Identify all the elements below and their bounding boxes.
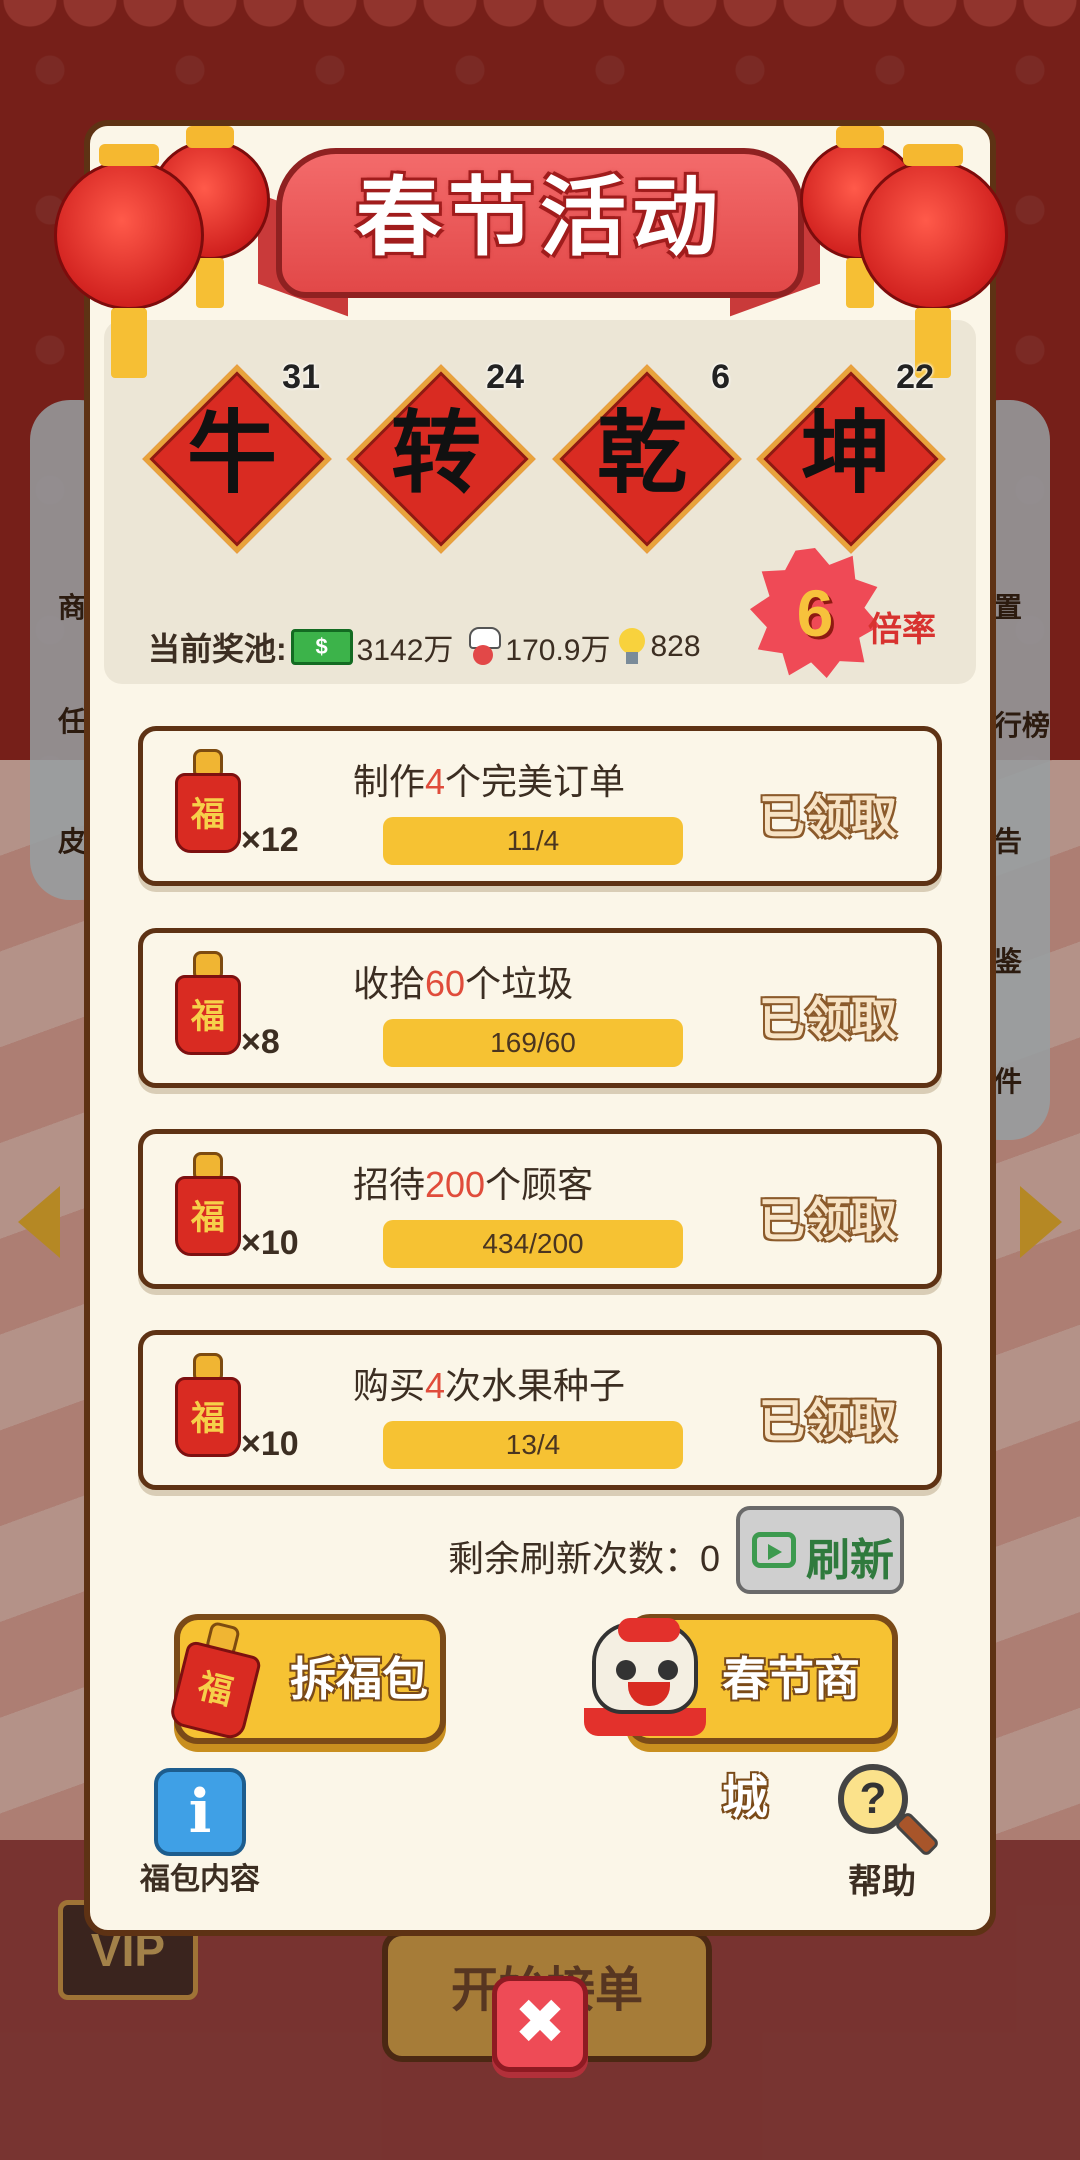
multiplier-value: 6 <box>796 576 834 650</box>
help-button[interactable]: ? <box>838 1764 941 1864</box>
lantern-icon <box>54 144 204 378</box>
character-card-niu: 牛 31 <box>142 358 332 554</box>
pool-money: 3142万 <box>356 634 454 667</box>
task-title: 购买4次水果种子 <box>353 1365 626 1406</box>
tv-icon <box>752 1532 796 1568</box>
character-count: 24 <box>486 358 524 396</box>
close-button[interactable]: ✖ <box>492 1976 588 2072</box>
task-progress: 169/60 <box>383 1019 683 1067</box>
reward-count: ×8 <box>241 1023 280 1061</box>
task-progress: 13/4 <box>383 1421 683 1469</box>
prize-pool-label: 当前奖池: <box>148 631 287 667</box>
event-title: 春节活动 <box>356 170 724 266</box>
lucky-bag-icon: 福 <box>175 749 241 853</box>
prize-pool: 当前奖池: $ 3142万 170.9万 828 <box>148 624 701 670</box>
lucky-bag-icon: 福 <box>175 1353 241 1457</box>
info-icon: i <box>188 1777 212 1847</box>
task-title: 收拾60个垃圾 <box>353 963 574 1004</box>
lucky-bag-icon: 福 <box>175 951 241 1055</box>
refresh-button[interactable]: 刷新 <box>736 1506 904 1594</box>
info-label: 福包内容 <box>140 1863 260 1896</box>
claimed-button[interactable]: 已领取 <box>759 983 897 1049</box>
task-row: 福 ×10 购买4次水果种子 13/4 已领取 <box>138 1330 942 1490</box>
chef-icon <box>463 627 503 667</box>
refresh-remaining: 剩余刷新次数：0 <box>448 1538 721 1579</box>
character-card-zhuan: 转 24 <box>346 358 536 554</box>
task-row: 福 ×12 制作4个完美订单 11/4 已领取 <box>138 726 942 886</box>
task-title: 招待200个顾客 <box>353 1164 594 1205</box>
claimed-button[interactable]: 已领取 <box>759 781 897 847</box>
pool-chef: 170.9万 <box>505 634 611 667</box>
character-count: 6 <box>711 358 730 396</box>
lucky-bag-icon: 福 <box>175 1152 241 1256</box>
open-lucky-bag-label: 拆福包 <box>290 1653 428 1705</box>
lantern-icon <box>858 144 1008 378</box>
claimed-button[interactable]: 已领取 <box>759 1184 897 1250</box>
reward-count: ×12 <box>241 821 299 859</box>
task-row: 福 ×10 招待200个顾客 434/200 已领取 <box>138 1129 942 1289</box>
character-count: 22 <box>896 358 934 396</box>
info-button[interactable]: i <box>154 1768 246 1856</box>
money-icon: $ <box>290 629 353 665</box>
shop-label: 春节商城 <box>722 1653 860 1823</box>
task-progress: 11/4 <box>383 817 683 865</box>
refresh-label: 刷新 <box>806 1536 894 1585</box>
character-card-kun: 坤 22 <box>756 358 946 554</box>
reward-count: ×10 <box>241 1224 299 1262</box>
lion-dance-icon <box>584 1618 706 1736</box>
task-row: 福 ×8 收拾60个垃圾 169/60 已领取 <box>138 928 942 1088</box>
bulb-icon <box>617 628 647 666</box>
multiplier-badge: 6 <box>750 548 880 678</box>
multiplier-label: 倍率 <box>868 611 936 649</box>
reward-count: ×10 <box>241 1425 299 1463</box>
claimed-button[interactable]: 已领取 <box>759 1385 897 1451</box>
character-glyph: 乾 <box>597 404 687 504</box>
character-card-qian: 乾 6 <box>552 358 742 554</box>
pool-bulbs: 828 <box>650 630 701 663</box>
help-label: 帮助 <box>848 1863 916 1901</box>
task-progress: 434/200 <box>383 1220 683 1268</box>
character-count: 31 <box>282 358 320 396</box>
task-title: 制作4个完美订单 <box>353 761 626 802</box>
